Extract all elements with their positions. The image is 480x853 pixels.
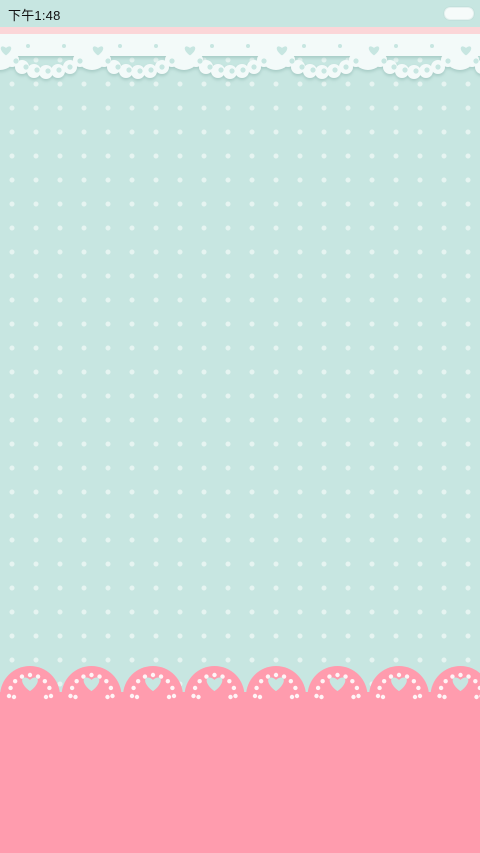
pink-lace-heart-icon xyxy=(246,666,306,710)
pink-lace-heart-icon xyxy=(430,666,480,710)
pink-lace-heart-icon xyxy=(61,666,122,710)
pink-lace-heart-icon xyxy=(369,666,429,710)
top-lace-border xyxy=(0,34,480,79)
home-screen-wallpaper: 下午1:48 xyxy=(0,0,480,853)
status-time: 下午1:48 xyxy=(8,8,61,23)
pink-lace-heart-icon xyxy=(184,666,245,710)
bottom-lace-border xyxy=(0,666,480,710)
pink-lace-heart-icon xyxy=(123,666,183,710)
pink-lace-heart-icon xyxy=(307,666,368,710)
status-bar: 下午1:48 xyxy=(0,0,480,27)
pink-strip xyxy=(0,27,480,34)
pink-lace-heart-icon xyxy=(0,666,60,710)
pink-footer xyxy=(0,692,480,853)
battery-icon xyxy=(444,7,474,20)
